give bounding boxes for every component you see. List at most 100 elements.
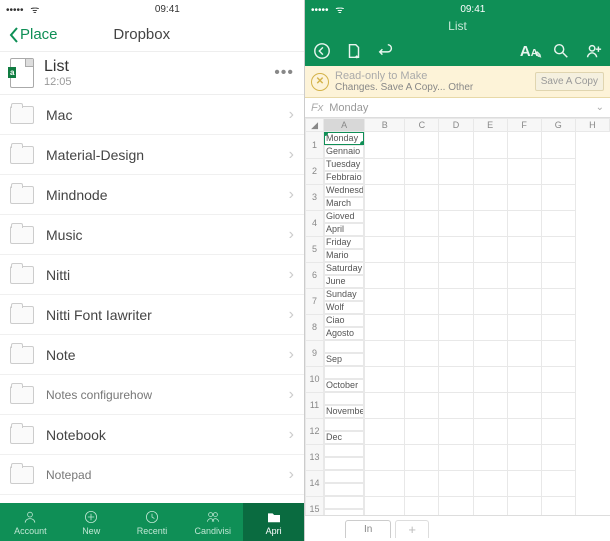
cell[interactable] <box>365 340 405 366</box>
cell[interactable] <box>541 496 575 515</box>
fx-value[interactable]: Monday <box>329 102 595 114</box>
cell[interactable]: October <box>324 379 364 392</box>
col-header-C[interactable]: C <box>405 119 439 132</box>
cell[interactable] <box>439 418 473 444</box>
row-header[interactable]: 12 <box>306 418 324 444</box>
file-header[interactable]: a List 12:05 ••• <box>0 52 304 95</box>
cell[interactable] <box>473 210 507 236</box>
cell[interactable] <box>405 340 439 366</box>
cell[interactable] <box>405 158 439 184</box>
cell[interactable] <box>439 496 473 515</box>
cell[interactable] <box>365 236 405 262</box>
cell[interactable] <box>473 496 507 515</box>
cell[interactable] <box>365 262 405 288</box>
cell[interactable] <box>439 132 473 159</box>
cell[interactable]: Friday <box>324 236 364 249</box>
folder-row[interactable]: Notepad› <box>0 455 304 495</box>
row-header[interactable]: 1 <box>306 132 324 159</box>
folder-row[interactable]: Music› <box>0 215 304 255</box>
spreadsheet[interactable]: ◢ABCDEFGH1MondayGennaio2TuesdayFebbraio3… <box>305 118 610 515</box>
formula-bar[interactable]: Fx Monday ⌄ <box>305 98 610 118</box>
cell[interactable] <box>473 470 507 496</box>
folder-row[interactable]: Nitti› <box>0 255 304 295</box>
cell[interactable] <box>365 366 405 392</box>
tab-candivisi[interactable]: Candivisi <box>182 503 243 541</box>
cell[interactable] <box>405 262 439 288</box>
cell[interactable] <box>541 340 575 366</box>
cell[interactable] <box>541 132 575 159</box>
cell[interactable]: Dec <box>324 431 364 444</box>
cell[interactable] <box>541 210 575 236</box>
cell[interactable] <box>473 158 507 184</box>
cell[interactable] <box>473 392 507 418</box>
cell[interactable] <box>439 470 473 496</box>
folder-row[interactable]: Note› <box>0 335 304 375</box>
cell[interactable] <box>365 392 405 418</box>
cell[interactable]: Gennaio <box>324 145 364 158</box>
cell[interactable] <box>405 470 439 496</box>
row-header[interactable]: 8 <box>306 314 324 340</box>
expand-icon[interactable]: ⌄ <box>596 102 604 113</box>
cell[interactable]: Gioved <box>324 210 364 223</box>
cell[interactable] <box>405 444 439 470</box>
close-banner-icon[interactable]: ✕ <box>311 73 329 91</box>
cell[interactable] <box>473 288 507 314</box>
cell[interactable]: Saturday <box>324 262 364 275</box>
cell[interactable] <box>507 418 541 444</box>
share-icon[interactable] <box>584 42 602 60</box>
folder-row[interactable]: Notebook› <box>0 415 304 455</box>
cell[interactable] <box>507 132 541 159</box>
cell[interactable] <box>507 444 541 470</box>
cell[interactable] <box>439 184 473 210</box>
cell[interactable] <box>507 392 541 418</box>
cell[interactable] <box>324 418 364 431</box>
cell[interactable] <box>405 210 439 236</box>
cell[interactable] <box>439 210 473 236</box>
cell[interactable] <box>365 496 405 515</box>
sheet-tab[interactable]: In <box>345 520 391 538</box>
cell[interactable] <box>541 444 575 470</box>
cell[interactable] <box>473 418 507 444</box>
row-header[interactable]: 10 <box>306 366 324 392</box>
cell[interactable] <box>541 418 575 444</box>
cell[interactable]: April <box>324 223 364 236</box>
cell[interactable] <box>439 392 473 418</box>
cell[interactable] <box>473 132 507 159</box>
cell[interactable]: Febbraio <box>324 171 364 184</box>
col-header-D[interactable]: D <box>439 119 473 132</box>
row-header[interactable]: 3 <box>306 184 324 210</box>
col-header-G[interactable]: G <box>541 119 575 132</box>
select-all-corner[interactable]: ◢ <box>306 119 324 132</box>
tab-apri[interactable]: Apri <box>243 503 304 541</box>
cell[interactable] <box>541 236 575 262</box>
row-header[interactable]: 4 <box>306 210 324 236</box>
folder-row[interactable]: Mindnode› <box>0 175 304 215</box>
tab-recenti[interactable]: Recenti <box>122 503 183 541</box>
tab-new[interactable]: New <box>61 503 122 541</box>
cell[interactable] <box>507 496 541 515</box>
cell[interactable]: Sep <box>324 353 364 366</box>
cell[interactable] <box>439 366 473 392</box>
cell[interactable] <box>365 418 405 444</box>
cell[interactable] <box>324 340 364 353</box>
cell[interactable] <box>507 470 541 496</box>
row-header[interactable]: 7 <box>306 288 324 314</box>
cell[interactable] <box>473 262 507 288</box>
search-icon[interactable] <box>552 42 570 60</box>
cell[interactable] <box>507 340 541 366</box>
cell[interactable]: Wednesday <box>324 184 364 197</box>
col-header-A[interactable]: A <box>324 119 365 132</box>
cell[interactable] <box>405 366 439 392</box>
col-header-F[interactable]: F <box>507 119 541 132</box>
col-header-E[interactable]: E <box>473 119 507 132</box>
cell[interactable] <box>324 496 364 509</box>
cell[interactable] <box>405 236 439 262</box>
cell[interactable]: Ciao <box>324 314 364 327</box>
cell[interactable] <box>541 288 575 314</box>
cell[interactable] <box>541 366 575 392</box>
cell[interactable] <box>405 132 439 159</box>
col-header-B[interactable]: B <box>365 119 405 132</box>
cell[interactable] <box>541 262 575 288</box>
add-sheet-button[interactable]: + <box>395 520 429 538</box>
cell[interactable] <box>439 444 473 470</box>
